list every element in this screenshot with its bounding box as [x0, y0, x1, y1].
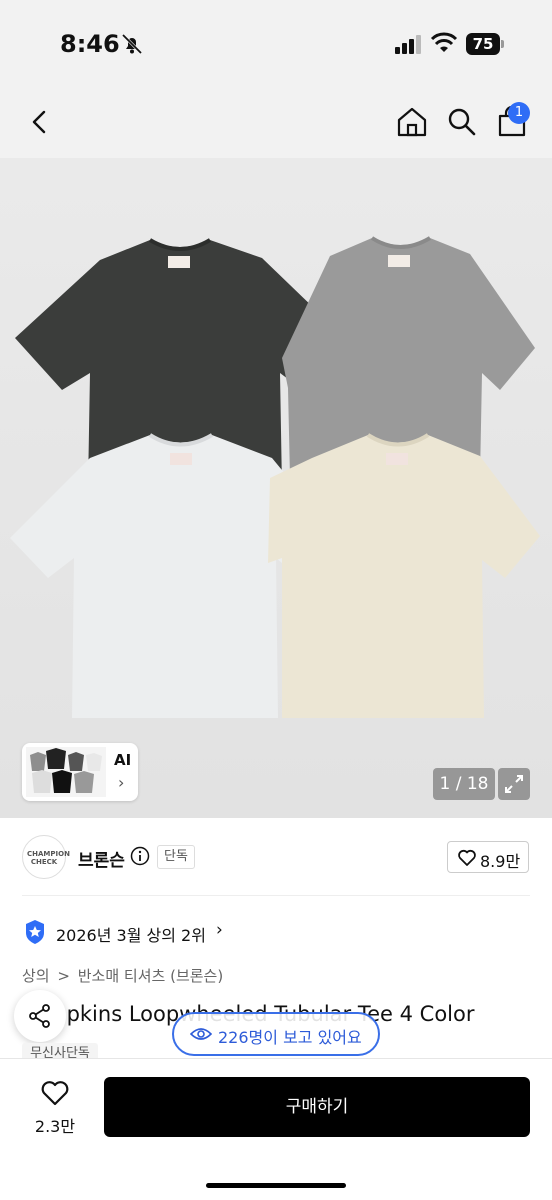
battery-tip — [501, 40, 504, 48]
home-indicator — [206, 1183, 346, 1188]
heart-icon — [458, 849, 476, 866]
brand-like-count: 8.9만 — [480, 852, 521, 871]
breadcrumb: 상의 > 반소매 티셔츠 (브론슨) — [22, 965, 226, 986]
eye-icon — [190, 1028, 212, 1040]
breadcrumb-item-subcategory[interactable]: 반소매 티셔츠 (브론슨) — [78, 967, 223, 985]
image-page-counter: 1 / 18 — [433, 768, 495, 800]
color-variants-thumbnail — [26, 747, 106, 797]
nav-bar — [0, 88, 552, 158]
chevron-right-icon[interactable]: › — [216, 920, 223, 940]
cart-count-badge[interactable]: 1 — [508, 102, 530, 124]
status-time: 8:46 — [60, 30, 120, 58]
ai-similar-items-chip[interactable]: AI › — [22, 743, 138, 801]
share-button[interactable] — [14, 990, 66, 1042]
tee-cream — [268, 435, 540, 718]
share-icon — [29, 1004, 50, 1028]
chevron-right-icon: › — [118, 773, 125, 792]
wishlist-count: 2.3만 — [34, 1117, 76, 1136]
breadcrumb-item-category[interactable]: 상의 — [22, 967, 50, 985]
home-icon[interactable] — [394, 104, 430, 140]
live-viewers-pill: 226명이 보고 있어요 — [172, 1012, 380, 1056]
battery-level: 75 — [466, 33, 500, 55]
brand-name[interactable]: 브론슨 — [78, 846, 125, 871]
ranking-text[interactable]: 2026년 3월 상의 2위 — [56, 922, 206, 946]
heart-icon[interactable] — [40, 1079, 70, 1107]
section-divider — [22, 895, 530, 896]
brand-like-button[interactable]: 8.9만 — [447, 841, 529, 873]
bottom-action-bar: 2.3만 구매하기 — [0, 1058, 552, 1200]
brand-logo-text: CHAMPION CHECK — [27, 850, 70, 866]
breadcrumb-separator: > — [57, 967, 70, 985]
product-image-gallery[interactable]: AI › 1 / 18 — [0, 158, 552, 818]
ranking-badge-icon — [26, 920, 44, 944]
live-viewers-text: 226명이 보고 있어요 — [218, 1028, 362, 1047]
expand-icon — [505, 775, 523, 793]
back-icon[interactable] — [22, 104, 58, 140]
buy-button[interactable]: 구매하기 — [104, 1077, 530, 1137]
ai-label: AI — [114, 751, 132, 769]
exclusive-badge: 단독 — [157, 845, 195, 869]
battery-indicator: 75 — [466, 33, 504, 55]
info-icon[interactable] — [130, 846, 150, 866]
product-photo — [10, 236, 540, 718]
search-icon[interactable] — [444, 104, 480, 140]
brand-logo[interactable]: CHAMPION CHECK — [22, 835, 70, 879]
wifi-icon — [430, 32, 458, 52]
status-bar: 8:46 75 — [0, 0, 552, 88]
expand-image-button[interactable] — [498, 768, 530, 800]
cellular-signal-icon — [395, 35, 421, 54]
bell-off-icon — [121, 33, 143, 55]
